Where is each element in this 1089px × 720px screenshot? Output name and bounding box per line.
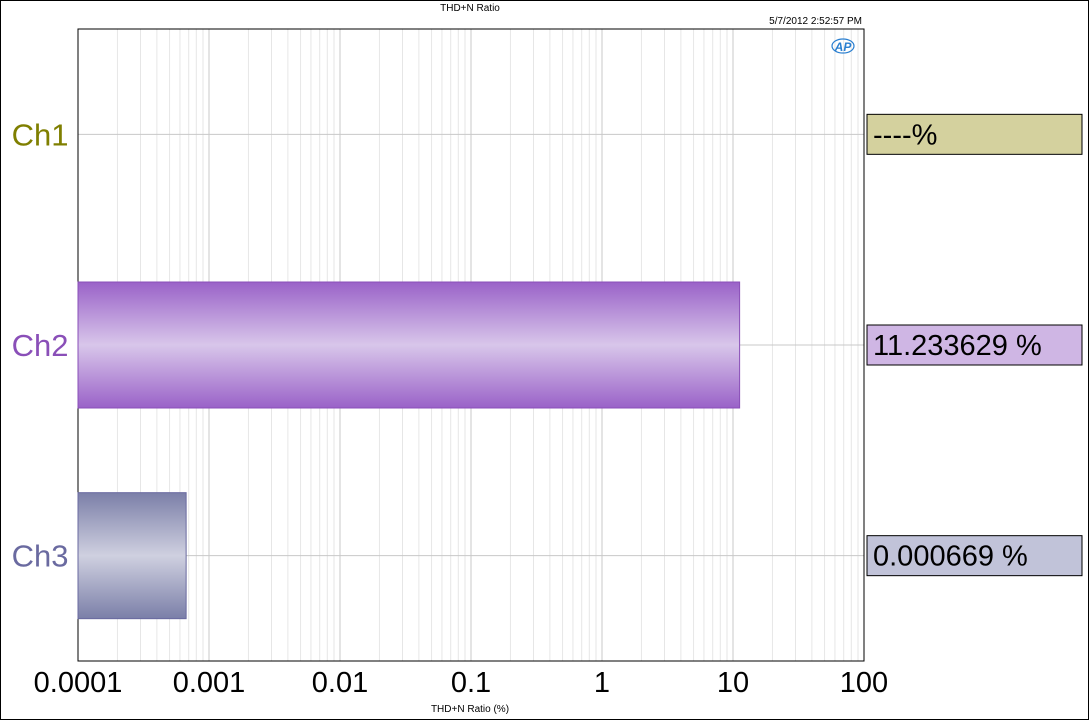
category-labels: Ch1 Ch2 Ch3 (12, 117, 69, 573)
x-tick-label: 100 (840, 667, 888, 699)
x-tick-labels: 0.0001 0.001 0.01 0.1 1 10 100 (34, 667, 889, 699)
readout-boxes: ----% 11.233629 % 0.000669 % (866, 113, 1083, 577)
chart-title: THD+N Ratio (440, 3, 500, 14)
x-tick-label: 10 (717, 667, 749, 699)
bar-ch3 (77, 492, 187, 620)
x-tick-label: 0.01 (312, 667, 368, 699)
thdn-bar-chart: THD+N Ratio 5/7/2012 2:52:57 PM AP Ch1Ch… (12, 3, 1083, 715)
chart-timestamp: 5/7/2012 2:52:57 PM (769, 16, 862, 27)
category-label-ch1: Ch1 (12, 117, 69, 152)
readout-value-ch3: 0.000669 % (873, 541, 1028, 573)
category-label-ch2: Ch2 (12, 328, 69, 363)
x-tick-label: 0.1 (451, 667, 491, 699)
category-label-ch3: Ch3 (12, 539, 69, 574)
bars (77, 281, 741, 620)
bar-ch2 (77, 281, 741, 409)
x-tick-label: 1 (594, 667, 610, 699)
readout-value-ch1: ----% (873, 119, 937, 151)
x-tick-label: 0.0001 (34, 667, 123, 699)
x-axis-label: THD+N Ratio (%) (431, 704, 509, 715)
readout-value-ch2: 11.233629 % (873, 330, 1042, 362)
x-tick-label: 0.001 (173, 667, 246, 699)
